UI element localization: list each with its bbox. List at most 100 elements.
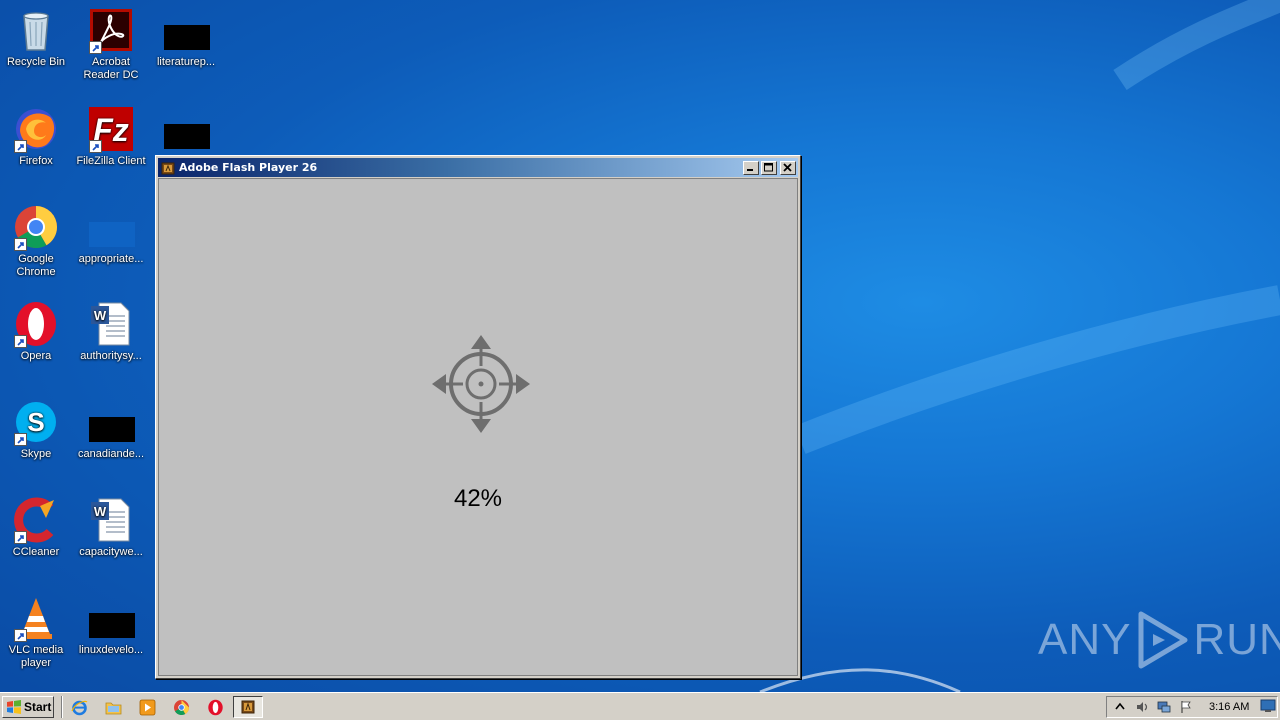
minimize-button[interactable] xyxy=(743,160,759,175)
taskbar: Start 3:16 AM xyxy=(0,692,1280,720)
loading-progress-text: 42% xyxy=(453,485,503,512)
recycle-bin-icon xyxy=(12,6,60,54)
shortcut-arrow-icon xyxy=(14,238,27,251)
windows-logo-icon xyxy=(7,700,21,714)
shortcut-arrow-icon xyxy=(89,140,102,153)
maximize-button[interactable] xyxy=(761,160,777,175)
skype-icon: S xyxy=(12,398,60,446)
close-button[interactable] xyxy=(780,160,796,175)
desktop-icon-label: appropriate... xyxy=(78,253,144,265)
acrobat-reader-icon xyxy=(87,6,135,54)
flash-player-app-icon xyxy=(241,700,255,714)
desktop-icon-capacitywe[interactable]: W capacitywe... xyxy=(74,496,148,559)
desktop-icon-label: FileZilla Client xyxy=(76,155,146,167)
desktop-icon-appropriate[interactable]: appropriate... xyxy=(74,203,148,266)
shortcut-arrow-icon xyxy=(14,335,27,348)
thumbnail xyxy=(89,222,135,247)
crosshair-move-icon xyxy=(432,335,530,433)
folder-icon xyxy=(105,702,121,714)
network-icon xyxy=(1157,701,1171,713)
desktop-icon-google-chrome[interactable]: Google Chrome xyxy=(0,203,73,279)
desktop-icon-label: CCleaner xyxy=(12,546,60,558)
window-titlebar[interactable]: Adobe Flash Player 26 xyxy=(158,158,798,177)
internet-explorer-icon xyxy=(70,700,87,715)
desktop-icon-recycle-bin[interactable]: Recycle Bin xyxy=(0,6,73,69)
desktop-icon-label: Google Chrome xyxy=(16,253,56,278)
speaker-icon xyxy=(1137,702,1148,712)
file-thumbnail-icon xyxy=(87,203,135,251)
system-tray: 3:16 AM xyxy=(1106,696,1278,718)
desktop-icon-firefox[interactable]: Firefox xyxy=(0,105,73,168)
svg-text:W: W xyxy=(94,504,107,519)
show-hidden-icons-button[interactable] xyxy=(1111,699,1129,715)
desktop-icon-ccleaner[interactable]: CCleaner xyxy=(0,496,73,559)
desktop-icon-literaturep[interactable]: literaturep... xyxy=(149,6,223,69)
ccleaner-icon xyxy=(12,496,60,544)
maximize-icon xyxy=(764,163,773,172)
quicklaunch-internet-explorer[interactable] xyxy=(69,697,89,717)
desktop-icon-label: capacitywe... xyxy=(79,546,143,558)
desktop-icon-authoritysy[interactable]: W authoritysy... xyxy=(74,300,148,363)
opera-icon xyxy=(12,300,60,348)
desktop-icon-label: authoritysy... xyxy=(80,350,142,362)
svg-text:S: S xyxy=(27,407,44,437)
quicklaunch-opera[interactable] xyxy=(205,697,225,717)
svg-text:W: W xyxy=(94,308,107,323)
thumbnail xyxy=(89,613,135,638)
chrome-icon xyxy=(12,203,60,251)
shortcut-arrow-icon xyxy=(14,629,27,642)
desktop-icon-label: literaturep... xyxy=(156,56,216,68)
thumbnail xyxy=(164,25,210,50)
desktop-icon-label: VLC media player xyxy=(8,644,64,669)
show-desktop-button[interactable] xyxy=(1260,699,1276,713)
file-thumbnail-icon xyxy=(87,594,135,642)
desktop-icon-label: Acrobat Reader DC xyxy=(83,56,139,81)
desktop-icon-linuxdevelo[interactable]: linuxdevelo... xyxy=(74,594,148,657)
desktop-icon-opera[interactable]: Opera xyxy=(0,300,73,363)
desktop-icon-filezilla[interactable]: Fz FileZilla Client xyxy=(74,105,148,168)
flash-stage[interactable]: 42% xyxy=(158,178,798,676)
flash-player-window[interactable]: Adobe Flash Player 26 42% xyxy=(155,155,801,679)
desktop-icon-label: linuxdevelo... xyxy=(78,644,144,656)
thumbnail xyxy=(89,417,135,442)
desktop-icon-skype[interactable]: S Skype xyxy=(0,398,73,461)
window-title: Adobe Flash Player 26 xyxy=(179,161,318,174)
desktop-icon-acrobat-reader[interactable]: Acrobat Reader DC xyxy=(74,6,148,82)
desktop-icon-vlc[interactable]: VLC media player xyxy=(0,594,73,670)
tray-clock[interactable]: 3:16 AM xyxy=(1209,701,1249,713)
desktop-icon-label: Firefox xyxy=(19,155,53,167)
desktop-icon-label: canadiande... xyxy=(77,448,145,460)
shortcut-arrow-icon xyxy=(14,140,27,153)
play-logo-icon xyxy=(1138,611,1188,669)
file-thumbnail-icon xyxy=(162,105,210,153)
thumbnail xyxy=(164,124,210,149)
desktop-icon-canadiande[interactable]: canadiande... xyxy=(74,398,148,461)
word-document-icon: W xyxy=(87,496,135,544)
tray-network[interactable] xyxy=(1155,699,1173,715)
desktop-icon-hidden-file[interactable] xyxy=(149,105,223,155)
shortcut-arrow-icon xyxy=(14,433,27,446)
taskbar-button-flash-player[interactable] xyxy=(233,696,263,718)
minimize-icon xyxy=(747,169,753,171)
desktop-icon-label: Opera xyxy=(20,350,52,362)
watermark-right-text: RUN xyxy=(1193,615,1280,664)
desktop-icon-label: Recycle Bin xyxy=(6,56,66,68)
opera-icon xyxy=(207,699,223,715)
shortcut-arrow-icon xyxy=(89,41,102,54)
word-document-icon: W xyxy=(87,300,135,348)
quicklaunch-chrome[interactable] xyxy=(171,697,191,717)
start-label: Start xyxy=(24,700,52,714)
monitor-icon xyxy=(1260,699,1276,712)
start-button[interactable]: Start xyxy=(2,696,54,718)
watermark-left-text: ANY xyxy=(1038,615,1132,664)
filezilla-icon: Fz xyxy=(87,105,135,153)
tray-action-center[interactable] xyxy=(1177,699,1195,715)
media-player-icon xyxy=(139,699,155,715)
flash-player-app-icon xyxy=(161,161,175,175)
chrome-icon xyxy=(173,699,189,715)
desktop-icon-label: Skype xyxy=(20,448,52,460)
quicklaunch-explorer[interactable] xyxy=(103,697,123,717)
quicklaunch-media-player[interactable] xyxy=(137,697,157,717)
tray-volume[interactable] xyxy=(1133,699,1151,715)
anyrun-watermark: ANY RUN xyxy=(1038,608,1280,672)
